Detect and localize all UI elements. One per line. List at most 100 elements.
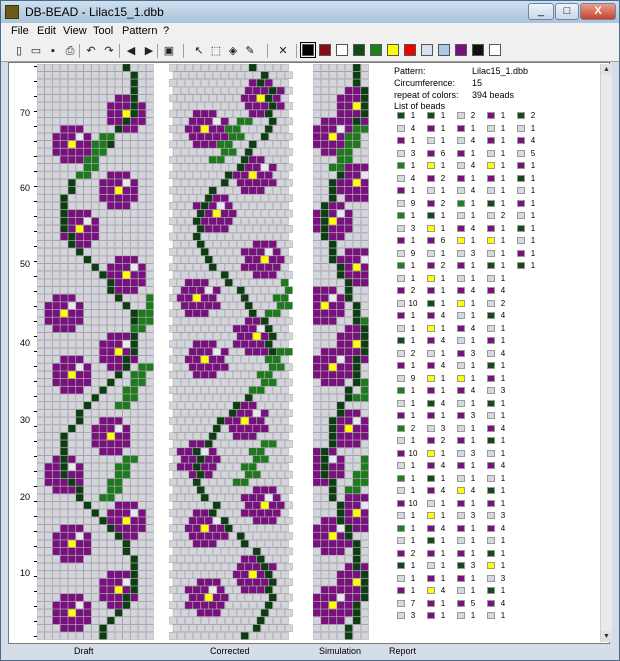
bead-cell[interactable]	[122, 524, 131, 533]
bead-cell[interactable]	[284, 163, 293, 172]
bead-cell[interactable]	[344, 601, 353, 609]
bead-cell[interactable]	[352, 401, 361, 410]
bead-cell[interactable]	[68, 148, 76, 156]
bead-cell[interactable]	[192, 232, 201, 241]
bead-cell[interactable]	[320, 624, 329, 632]
bead-cell[interactable]	[313, 117, 321, 126]
bead-cell[interactable]	[91, 417, 100, 425]
bead-cell[interactable]	[52, 501, 61, 510]
bead-cell[interactable]	[192, 340, 201, 348]
bead-cell[interactable]	[192, 217, 201, 225]
bead-cell[interactable]	[196, 132, 205, 141]
bead-cell[interactable]	[60, 102, 68, 110]
bead-cell[interactable]	[91, 263, 100, 272]
bead-cell[interactable]	[130, 624, 139, 632]
bead-cell[interactable]	[83, 609, 92, 617]
bead-cell[interactable]	[264, 263, 273, 272]
bead-cell[interactable]	[52, 632, 61, 640]
bead-cell[interactable]	[37, 578, 45, 586]
bead-cell[interactable]	[107, 355, 115, 364]
bead-cell[interactable]	[212, 486, 221, 494]
bead-cell[interactable]	[99, 563, 107, 571]
bead-cell[interactable]	[328, 601, 337, 609]
bead-cell[interactable]	[360, 593, 369, 602]
bead-cell[interactable]	[83, 248, 92, 256]
bead-cell[interactable]	[232, 586, 241, 594]
bead-cell[interactable]	[224, 509, 233, 517]
bead-cell[interactable]	[236, 378, 245, 387]
bead-cell[interactable]	[240, 386, 249, 394]
bead-cell[interactable]	[83, 555, 92, 563]
bead-cell[interactable]	[91, 632, 100, 640]
bead-cell[interactable]	[107, 324, 115, 333]
bead-cell[interactable]	[240, 586, 249, 594]
bead-cell[interactable]	[252, 501, 261, 510]
bead-cell[interactable]	[220, 286, 229, 295]
bead-cell[interactable]	[328, 478, 337, 487]
bead-cell[interactable]	[114, 601, 123, 609]
bead-cell[interactable]	[68, 294, 76, 302]
bead-cell[interactable]	[240, 355, 249, 364]
bead-cell[interactable]	[268, 240, 277, 248]
bead-cell[interactable]	[83, 209, 92, 218]
bead-cell[interactable]	[204, 363, 213, 371]
bead-cell[interactable]	[176, 186, 185, 195]
bead-cell[interactable]	[44, 455, 53, 464]
bead-cell[interactable]	[240, 94, 249, 103]
bead-cell[interactable]	[344, 440, 353, 448]
bead-cell[interactable]	[360, 132, 369, 141]
bead-cell[interactable]	[146, 148, 154, 156]
bead-cell[interactable]	[328, 171, 337, 179]
bead-cell[interactable]	[44, 440, 53, 448]
bead-cell[interactable]	[107, 286, 115, 295]
bead-cell[interactable]	[37, 371, 45, 379]
bead-cell[interactable]	[172, 301, 181, 310]
bead-cell[interactable]	[138, 225, 146, 233]
bead-cell[interactable]	[232, 447, 241, 456]
bead-cell[interactable]	[75, 102, 84, 110]
bead-cell[interactable]	[360, 386, 369, 394]
bead-cell[interactable]	[216, 64, 225, 72]
bead-cell[interactable]	[37, 593, 45, 602]
bead-cell[interactable]	[99, 64, 107, 72]
bead-cell[interactable]	[336, 532, 345, 540]
bead-cell[interactable]	[37, 232, 45, 241]
bead-cell[interactable]	[192, 401, 201, 410]
bead-cell[interactable]	[320, 547, 329, 556]
bead-cell[interactable]	[176, 401, 185, 410]
bead-cell[interactable]	[264, 355, 273, 364]
bead-cell[interactable]	[268, 578, 277, 586]
bead-cell[interactable]	[200, 555, 209, 563]
bead-cell[interactable]	[44, 294, 53, 302]
bead-cell[interactable]	[75, 424, 84, 433]
bead-cell[interactable]	[83, 240, 92, 248]
palette-color-6[interactable]	[387, 44, 399, 56]
bead-cell[interactable]	[114, 301, 123, 310]
arrow-right-icon[interactable]: ▶	[141, 43, 157, 59]
bead-cell[interactable]	[200, 493, 209, 502]
bead-cell[interactable]	[280, 232, 289, 241]
bead-cell[interactable]	[208, 309, 217, 318]
bead-cell[interactable]	[240, 632, 249, 640]
maximize-button[interactable]: □	[555, 3, 579, 20]
bead-cell[interactable]	[344, 586, 353, 594]
bead-cell[interactable]	[360, 570, 369, 579]
bead-cell[interactable]	[272, 217, 281, 225]
bead-cell[interactable]	[268, 409, 277, 417]
bead-cell[interactable]	[107, 401, 115, 410]
bead-cell[interactable]	[114, 509, 123, 517]
bead-cell[interactable]	[52, 593, 61, 602]
bead-cell[interactable]	[138, 286, 146, 295]
bead-cell[interactable]	[313, 424, 321, 433]
bead-cell[interactable]	[138, 348, 146, 356]
bead-cell[interactable]	[146, 555, 154, 563]
bead-cell[interactable]	[52, 532, 61, 540]
bead-cell[interactable]	[313, 547, 321, 556]
bead-cell[interactable]	[352, 363, 361, 371]
bead-cell[interactable]	[44, 332, 53, 341]
bead-cell[interactable]	[260, 148, 269, 156]
bead-cell[interactable]	[91, 324, 100, 333]
bead-cell[interactable]	[256, 232, 265, 241]
bead-cell[interactable]	[188, 378, 197, 387]
bead-cell[interactable]	[352, 217, 361, 225]
